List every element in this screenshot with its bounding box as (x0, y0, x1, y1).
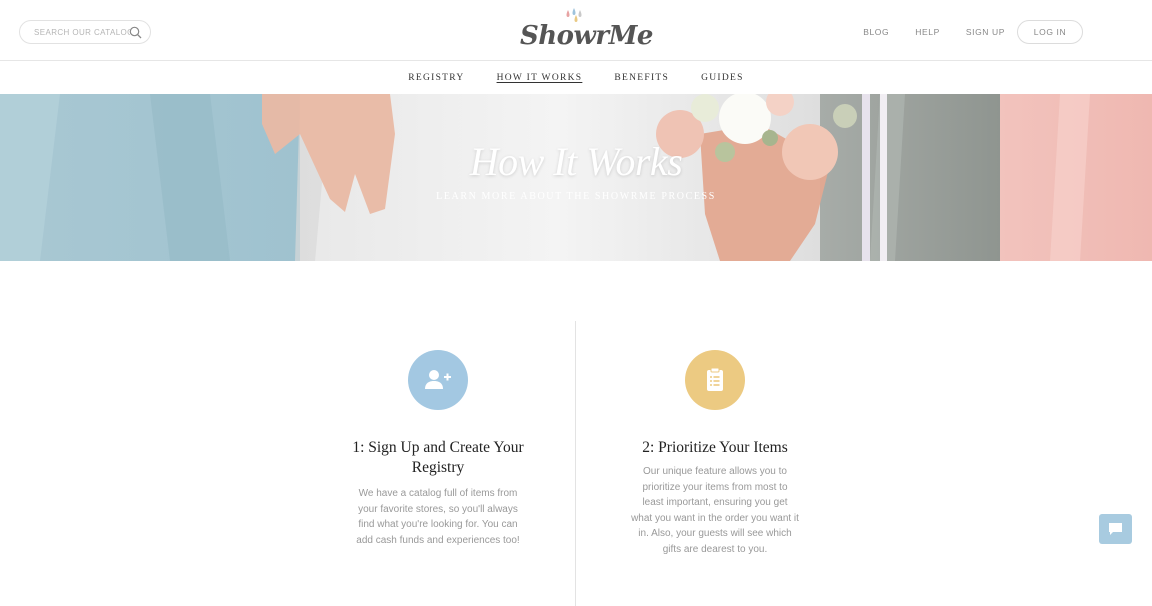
sub-nav: REGISTRY HOW IT WORKS BENEFITS GUIDES (0, 61, 1152, 94)
chat-widget-button[interactable] (1099, 514, 1132, 544)
subnav-registry[interactable]: REGISTRY (408, 73, 464, 83)
chat-bubble-icon (1109, 523, 1122, 535)
search-input[interactable] (34, 24, 130, 40)
step-1-icon-circle (408, 350, 468, 410)
subnav-how-it-works[interactable]: HOW IT WORKS (497, 73, 583, 83)
subnav-benefits[interactable]: BENEFITS (614, 73, 669, 83)
logo-text: ShowrMe (520, 21, 653, 51)
search-icon[interactable] (129, 26, 142, 39)
hero-subtitle: LEARN MORE ABOUT THE SHOWRME PROCESS (436, 191, 716, 202)
clipboard-list-icon (707, 367, 723, 391)
step-2-icon-circle (685, 350, 745, 410)
step-2-description: Our unique feature allows you to priorit… (631, 466, 799, 555)
step-2-title: 2: Prioritize Your Items (642, 439, 788, 456)
search-box[interactable] (19, 20, 151, 44)
subnav-guides[interactable]: GUIDES (701, 73, 744, 83)
step-1-title: 1: Sign Up and Create Your Registry (352, 439, 524, 476)
site-header: ShowrMe BLOG HELP SIGN UP LOG IN (0, 0, 1152, 61)
nav-blog-link[interactable]: BLOG (863, 27, 889, 37)
step-sign-up: 1: Sign Up and Create Your Registry We h… (348, 350, 528, 548)
nav-signup-link[interactable]: SIGN UP (966, 27, 1005, 37)
login-button[interactable]: LOG IN (1017, 20, 1083, 44)
column-divider (575, 321, 576, 606)
nav-help-link[interactable]: HELP (915, 27, 940, 37)
hero-title: How It Works (469, 139, 683, 184)
add-user-icon (425, 370, 451, 389)
step-1-description: We have a catalog full of items from you… (356, 488, 520, 546)
hero-banner: How It Works LEARN MORE ABOUT THE SHOWRM… (0, 94, 1152, 261)
step-prioritize: 2: Prioritize Your Items Our unique feat… (625, 350, 805, 557)
logo[interactable]: ShowrMe (516, 7, 653, 57)
top-nav: BLOG HELP SIGN UP LOG IN (837, 20, 1083, 44)
